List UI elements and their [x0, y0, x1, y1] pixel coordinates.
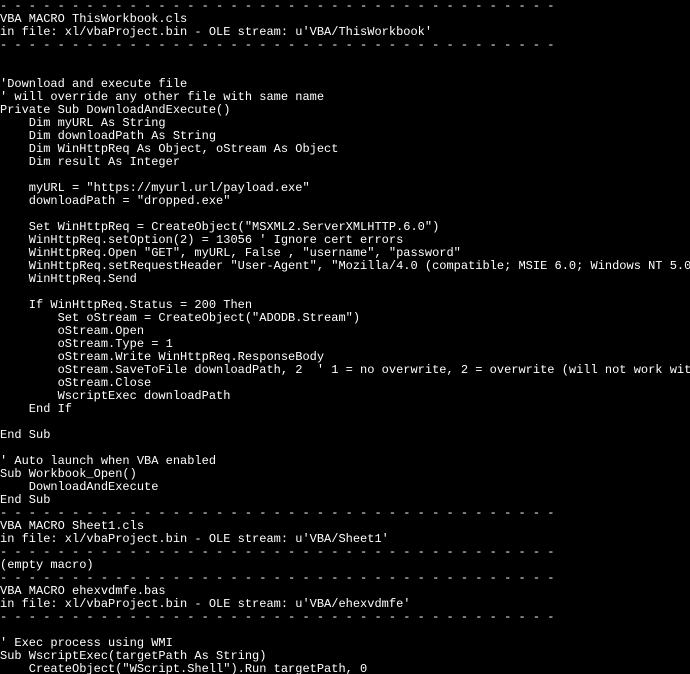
terminal-output: - - - - - - - - - - - - - - - - - - - - … — [0, 0, 690, 674]
